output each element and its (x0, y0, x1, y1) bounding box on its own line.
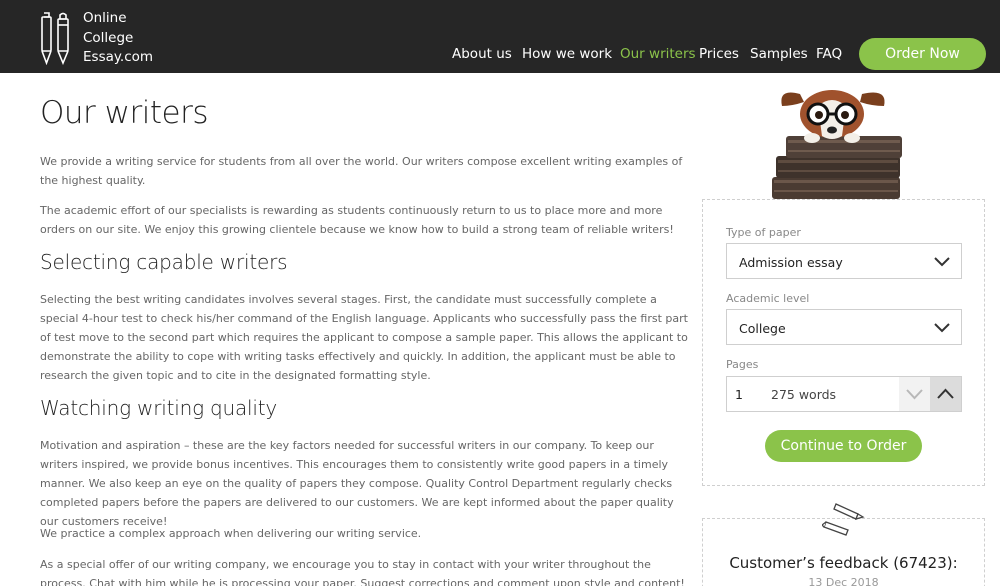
brand-line-3: Essay.com (83, 49, 154, 65)
nav-samples[interactable]: Samples (750, 46, 808, 62)
feedback-title: Customer’s feedback (67423): (729, 554, 958, 572)
heading-selecting-writers: Selecting capable writers (40, 250, 288, 274)
pages-label: Pages (726, 358, 759, 371)
pages-stepper[interactable]: 1 275 words (726, 376, 962, 412)
intro-paragraph-2: The academic effort of our specialists i… (40, 204, 674, 236)
brand-line-2: College (83, 29, 134, 46)
paper-type-select[interactable]: Admission essay (726, 243, 962, 279)
feedback-date: 13 Dec 2018 (808, 576, 879, 586)
chevron-down-icon (934, 257, 950, 267)
academic-level-value: College (739, 321, 786, 336)
site-header: Online College Essay.com About us How we… (0, 0, 1000, 73)
pencils-logo-icon (41, 12, 69, 65)
words-count: 275 words (771, 387, 837, 402)
order-form: Type of paper Admission essay Academic l… (702, 199, 985, 486)
paper-type-label: Type of paper (726, 226, 801, 239)
nav-about-us[interactable]: About us (452, 46, 512, 62)
academic-level-select[interactable]: College (726, 309, 962, 345)
pencils-icon (822, 503, 865, 536)
order-now-button[interactable]: Order Now (859, 38, 986, 70)
brand-line-1: Online (83, 10, 127, 26)
intro-paragraph-1: We provide a writing service for student… (40, 155, 683, 187)
nav-prices[interactable]: Prices (699, 46, 739, 62)
selecting-paragraph: Selecting the best writing candidates in… (40, 293, 688, 382)
pages-increment-button[interactable] (930, 377, 961, 411)
nav-faq[interactable]: FAQ (816, 46, 842, 62)
continue-to-order-button[interactable]: Continue to Order (765, 430, 922, 462)
nav-our-writers[interactable]: Our writers (620, 46, 696, 62)
site-logo[interactable]: Online College Essay.com (38, 9, 168, 65)
pages-decrement-button[interactable] (899, 377, 930, 411)
chevron-up-icon (937, 388, 954, 399)
paper-type-value: Admission essay (739, 255, 843, 270)
nav-how-we-work[interactable]: How we work (522, 46, 612, 62)
heading-watching-quality: Watching writing quality (40, 396, 278, 420)
chevron-down-icon (906, 389, 923, 400)
special-offer-paragraph: As a special offer of our writing compan… (40, 558, 685, 586)
complex-approach-paragraph: We practice a complex approach when deli… (40, 527, 422, 540)
dog-with-books-illustration (772, 90, 902, 199)
pages-value[interactable]: 1 (735, 387, 743, 402)
page-title: Our writers (40, 95, 208, 131)
chevron-down-icon (934, 323, 950, 333)
academic-level-label: Academic level (726, 292, 810, 305)
watching-paragraph: Motivation and aspiration – these are th… (40, 439, 674, 528)
brand-name: Online College Essay.com (83, 9, 153, 68)
